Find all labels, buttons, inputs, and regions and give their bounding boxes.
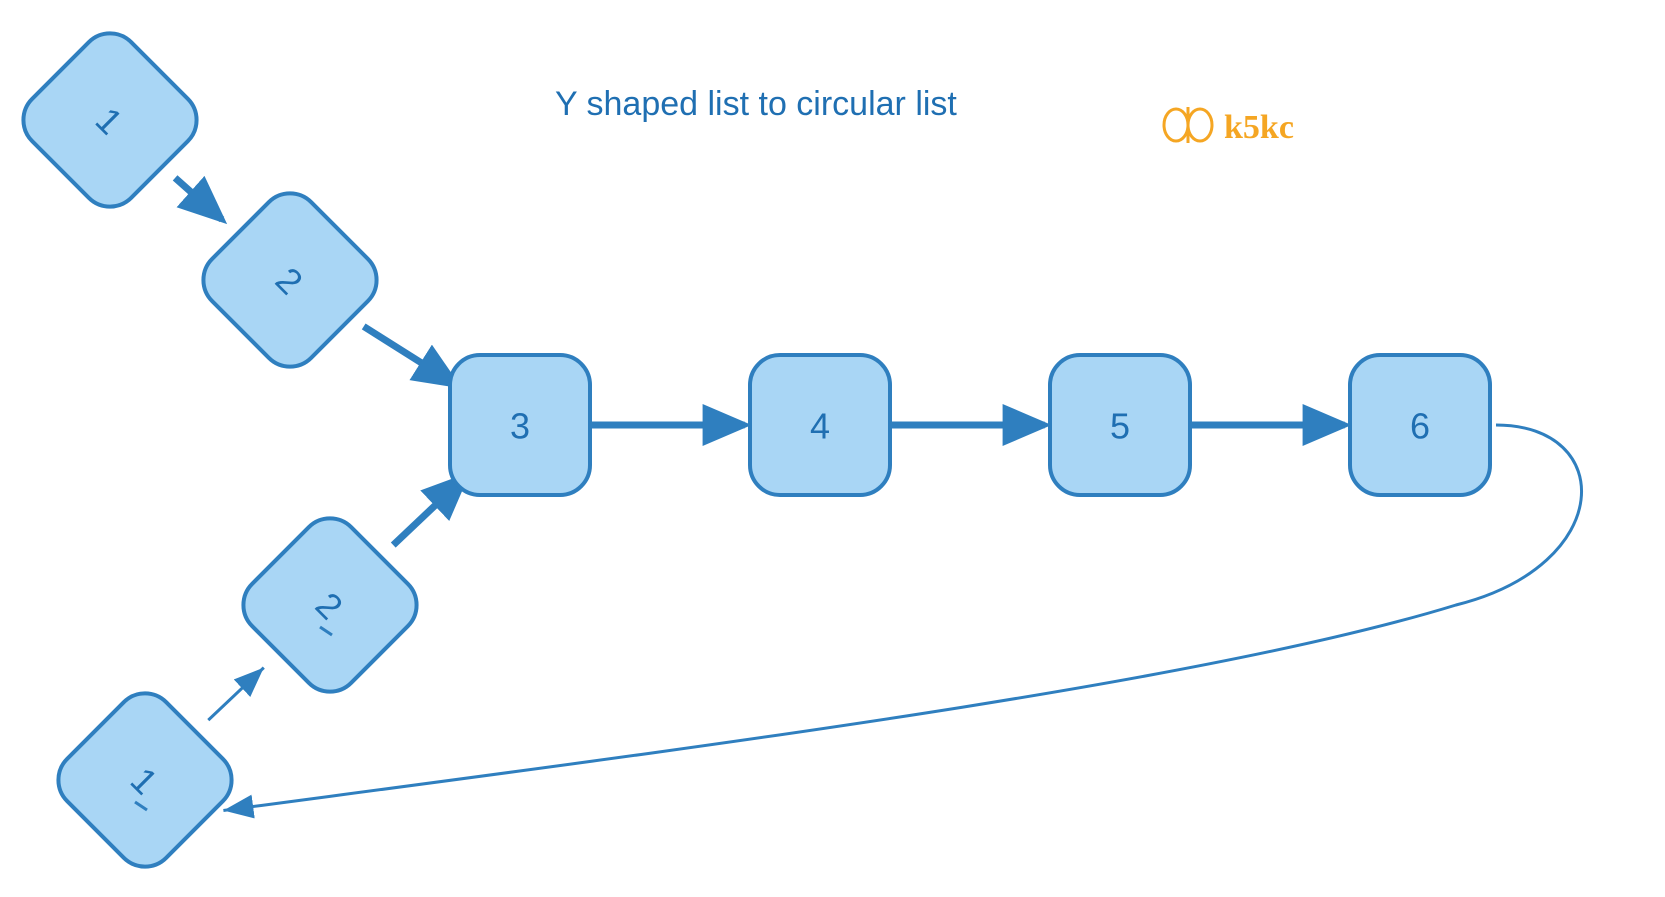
node-n3: 3 — [450, 355, 590, 495]
node-n5: 5 — [1050, 355, 1190, 495]
edge-nm1-nm2 — [208, 668, 264, 721]
node-n2: 2 — [191, 181, 389, 379]
diagram-canvas: 12345621 — [0, 0, 1665, 897]
node-n6: 6 — [1350, 355, 1490, 495]
edge-n2-n3 — [364, 326, 457, 384]
edge-nm2-n3 — [393, 477, 465, 545]
node-nm1: 1 — [46, 681, 244, 879]
node-n4: 4 — [750, 355, 890, 495]
node-label: 4 — [810, 406, 830, 447]
node-label: 3 — [510, 406, 530, 447]
node-n1: 1 — [11, 21, 209, 219]
node-label: 5 — [1110, 406, 1130, 447]
nodes-layer: 12345621 — [11, 21, 1490, 879]
node-label: 6 — [1410, 406, 1430, 447]
edge-n1-n2 — [175, 178, 222, 220]
